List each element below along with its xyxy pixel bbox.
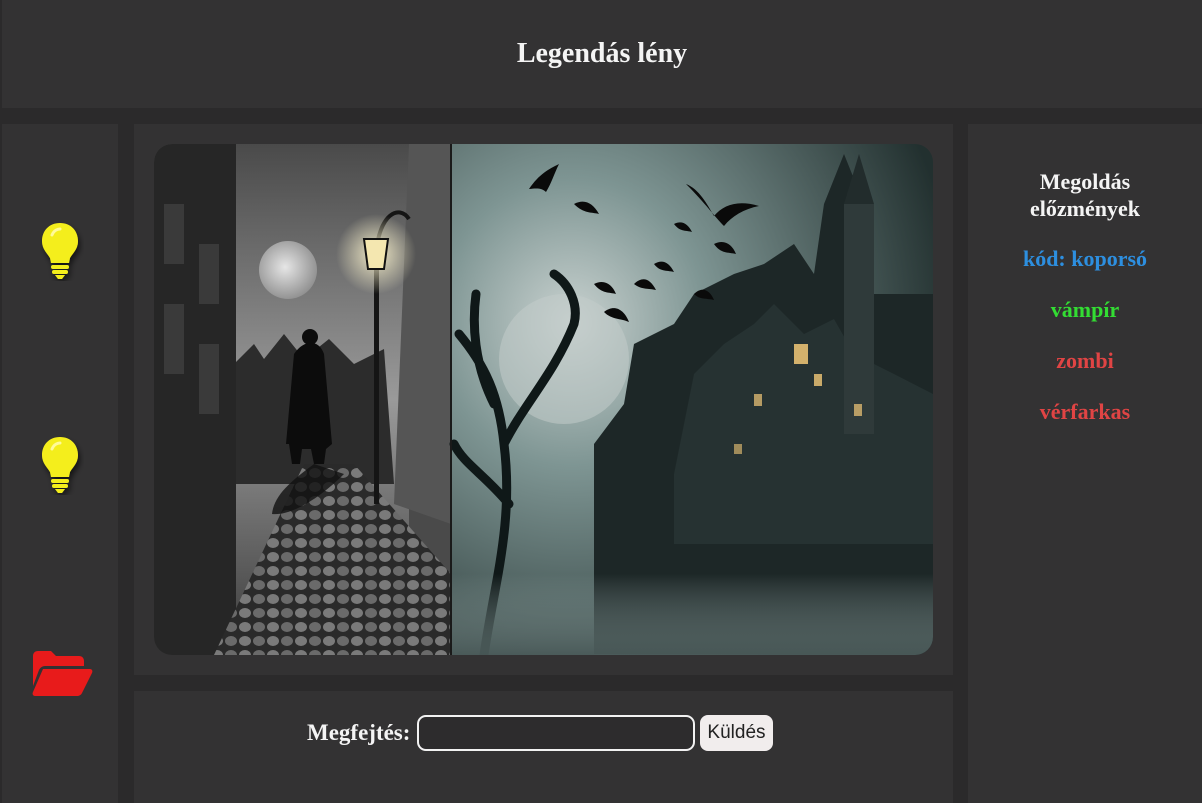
send-button[interactable]: Küldés (700, 715, 773, 751)
history-item: kód: koporsó (1022, 246, 1148, 271)
history-list: kód: koporsó vámpír zombi vérfarkas (968, 245, 1202, 449)
history-panel: Megoldás előzmények kód: koporsó vámpír … (968, 124, 1202, 803)
lightbulb-icon[interactable] (40, 221, 84, 281)
answer-input[interactable] (417, 715, 696, 751)
page-title: Legendás lény (516, 38, 688, 69)
lightbulb-icon[interactable] (40, 435, 84, 495)
folder-open-icon[interactable] (31, 650, 93, 698)
history-item: vérfarkas (1039, 399, 1131, 424)
answer-form: Megfejtés: Küldés (307, 715, 773, 751)
puzzle-image (154, 144, 933, 655)
hint-sidebar (2, 124, 118, 803)
history-title: Megoldás előzmények (1030, 169, 1140, 221)
header-panel: Legendás lény (2, 0, 1202, 108)
answer-label: Megfejtés: (307, 720, 411, 745)
history-item: vámpír (1050, 297, 1120, 322)
answer-form-panel: Megfejtés: Küldés (134, 691, 953, 803)
puzzle-panel (134, 124, 953, 675)
history-item: zombi (1056, 348, 1114, 373)
